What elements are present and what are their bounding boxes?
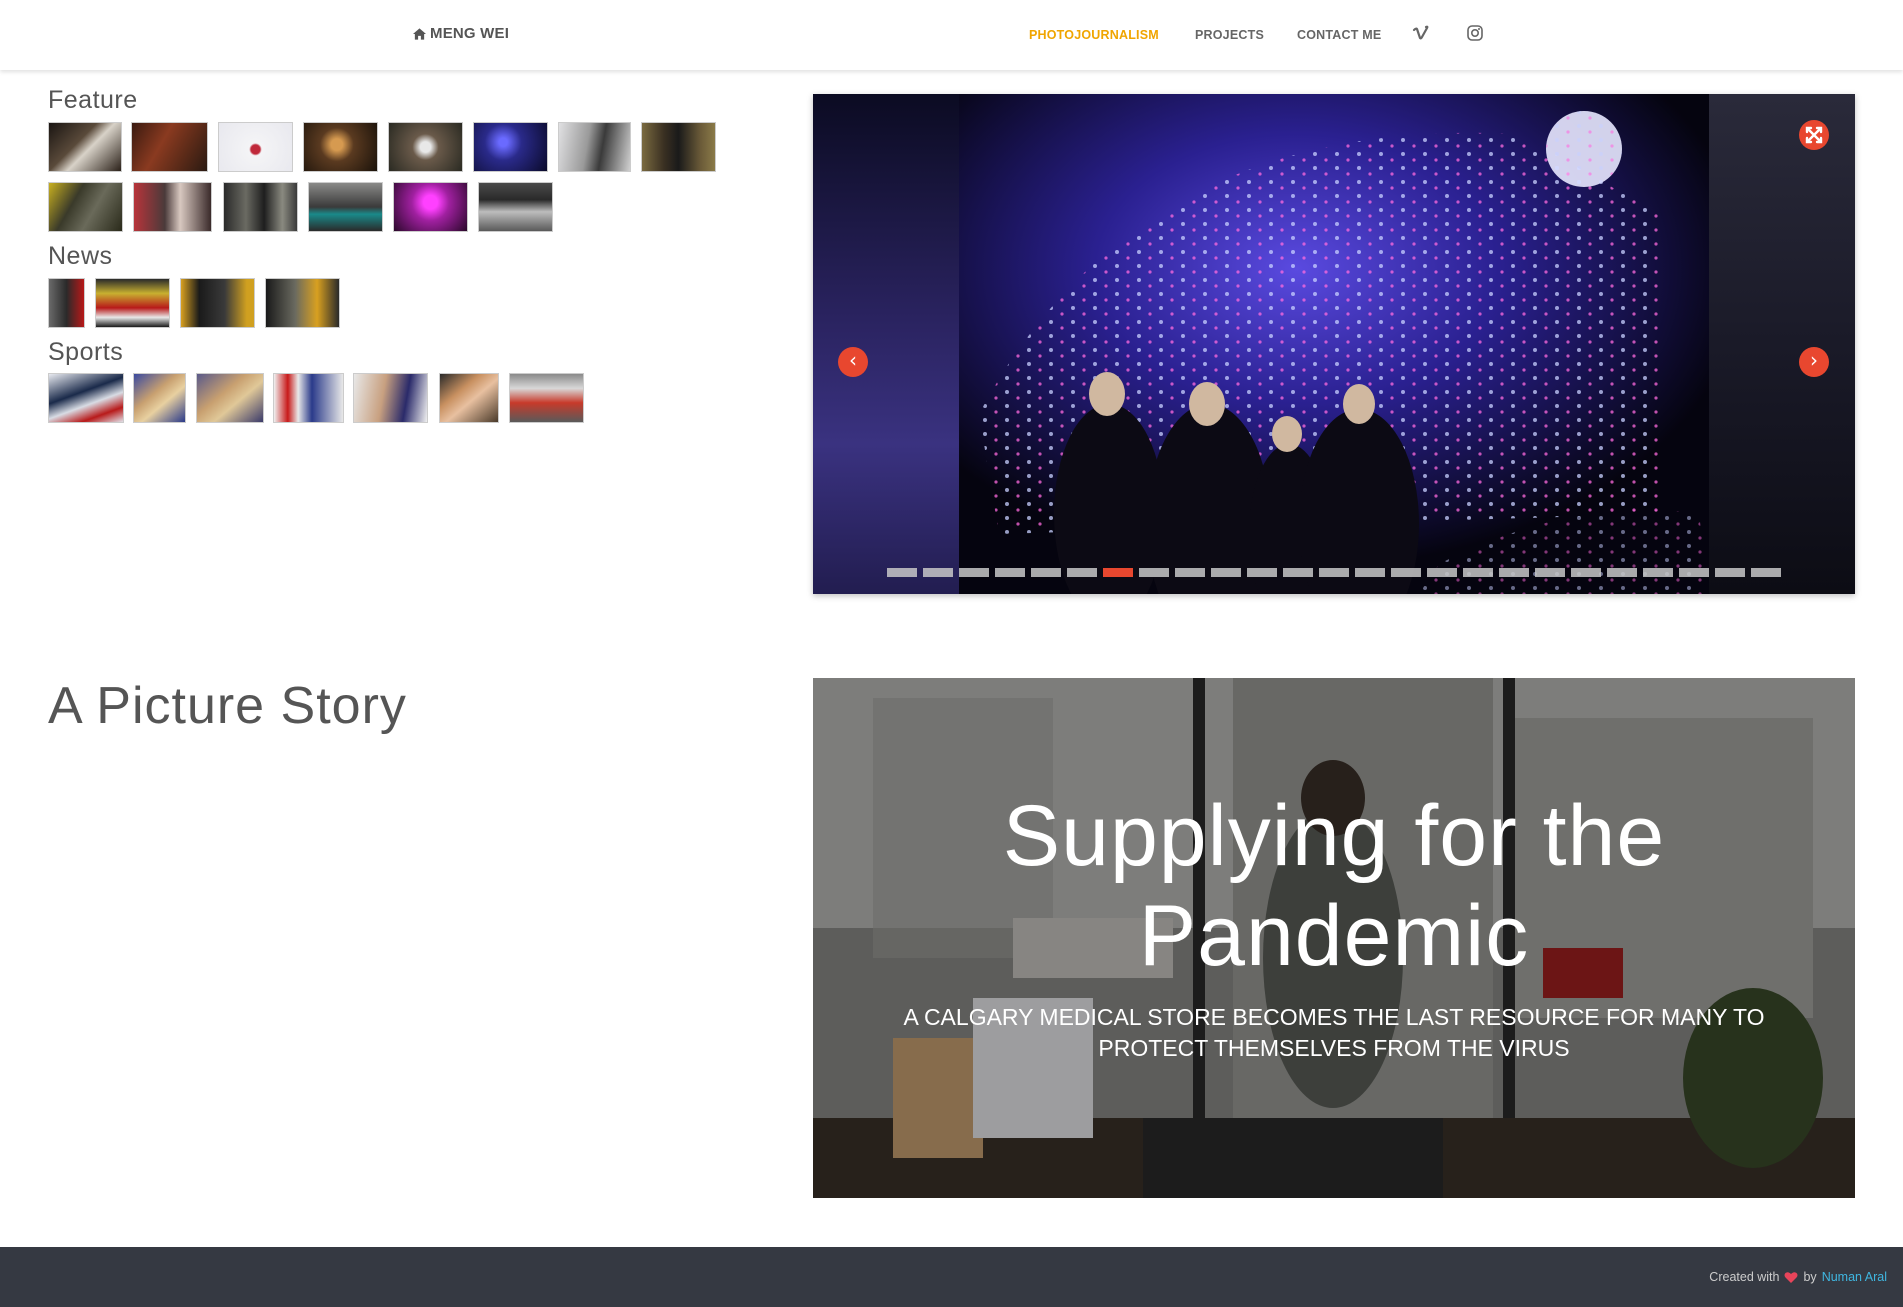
thumbnail[interactable] — [133, 182, 212, 232]
thumbnail[interactable] — [641, 122, 716, 172]
nav-projects[interactable]: PROJECTS — [1195, 28, 1264, 42]
chevron-left-icon: ‹ — [849, 348, 857, 372]
story-card[interactable]: Supplying for the Pandemic A CALGARY MED… — [813, 678, 1855, 1198]
thumbnail[interactable] — [218, 122, 293, 172]
thumbnail[interactable] — [273, 373, 344, 423]
slide-dot[interactable] — [1499, 568, 1529, 577]
thumbnail[interactable] — [509, 373, 584, 423]
thumbnail[interactable] — [48, 278, 85, 328]
thumbnail[interactable] — [95, 278, 170, 328]
slide-dot[interactable] — [1031, 568, 1061, 577]
expand-icon — [1805, 126, 1823, 144]
section-title-feature: Feature — [48, 86, 138, 114]
thumbnail[interactable] — [393, 182, 468, 232]
thumbnail[interactable] — [353, 373, 428, 423]
thumbnail[interactable] — [478, 182, 553, 232]
thumbnail[interactable] — [308, 182, 383, 232]
footer: Created with by Numan Aral — [0, 1247, 1903, 1307]
slide-dot[interactable] — [995, 568, 1025, 577]
footer-author-link[interactable]: Numan Aral — [1822, 1270, 1887, 1284]
story-title: Supplying for the Pandemic — [1002, 788, 1666, 984]
slide-dot[interactable] — [1175, 568, 1205, 577]
slide-dot[interactable] — [1283, 568, 1313, 577]
vimeo-icon[interactable] — [1412, 24, 1430, 42]
photo-slider: ‹ › — [813, 94, 1855, 594]
thumbnail[interactable] — [196, 373, 264, 423]
slide-dot[interactable] — [1715, 568, 1745, 577]
slide-dot[interactable] — [1679, 568, 1709, 577]
nav-contact-me[interactable]: CONTACT ME — [1297, 28, 1381, 42]
slide-dot[interactable] — [1751, 568, 1781, 577]
slide-dot[interactable] — [959, 568, 989, 577]
slide-dot[interactable] — [1067, 568, 1097, 577]
footer-credit: Created with by Numan Aral — [1709, 1270, 1887, 1284]
slide-blur-left — [813, 94, 959, 594]
slide-dot[interactable] — [1427, 568, 1457, 577]
thumbnail[interactable] — [48, 373, 124, 423]
home-icon — [413, 27, 426, 40]
instagram-icon[interactable] — [1466, 24, 1484, 42]
top-navbar: MENG WEI PHOTOJOURNALISM PROJECTS CONTAC… — [0, 0, 1903, 70]
slide-dot[interactable] — [1211, 568, 1241, 577]
brand-link[interactable]: MENG WEI — [413, 25, 509, 42]
heart-icon — [1784, 1271, 1798, 1283]
slide-dot[interactable] — [1355, 568, 1385, 577]
thumbnail[interactable] — [223, 182, 298, 232]
thumbnail[interactable] — [48, 122, 122, 172]
story-subtitle: A CALGARY MEDICAL STORE BECOMES THE LAST… — [903, 1004, 1765, 1061]
section-title-news: News — [48, 242, 113, 270]
slide-dot[interactable] — [1643, 568, 1673, 577]
thumbnail[interactable] — [473, 122, 548, 172]
slide-dot[interactable] — [1391, 568, 1421, 577]
picture-story-heading: A Picture Story — [48, 677, 407, 735]
slide-dot[interactable] — [923, 568, 953, 577]
chevron-right-icon: › — [1810, 348, 1818, 372]
slide-dot[interactable] — [1319, 568, 1349, 577]
slide-dot[interactable] — [1607, 568, 1637, 577]
fullscreen-button[interactable] — [1799, 120, 1829, 150]
thumbnail[interactable] — [133, 373, 186, 423]
thumbnail[interactable] — [303, 122, 378, 172]
nav-photojournalism[interactable]: PHOTOJOURNALISM — [1029, 28, 1159, 42]
thumbnail[interactable] — [180, 278, 255, 328]
thumbnail[interactable] — [48, 182, 123, 232]
thumbnail[interactable] — [131, 122, 208, 172]
next-slide-button[interactable]: › — [1799, 347, 1829, 377]
slide-dot[interactable] — [887, 568, 917, 577]
section-title-sports: Sports — [48, 338, 124, 366]
slide-dot[interactable] — [1103, 568, 1133, 577]
slide-dot[interactable] — [1247, 568, 1277, 577]
footer-created-with: Created with — [1709, 1270, 1780, 1284]
thumbnail[interactable] — [388, 122, 463, 172]
thumbnail[interactable] — [439, 373, 499, 423]
slide-image — [959, 94, 1709, 594]
footer-by: by — [1803, 1270, 1817, 1284]
slide-indicators — [887, 568, 1781, 577]
prev-slide-button[interactable]: ‹ — [838, 347, 868, 377]
slide-dot[interactable] — [1535, 568, 1565, 577]
brand-name: MENG WEI — [430, 25, 510, 42]
slide-blur-right — [1709, 94, 1855, 594]
thumbnail[interactable] — [558, 122, 631, 172]
slide-dot[interactable] — [1463, 568, 1493, 577]
slide-dot[interactable] — [1571, 568, 1601, 577]
thumbnail[interactable] — [265, 278, 340, 328]
slide-dot[interactable] — [1139, 568, 1169, 577]
